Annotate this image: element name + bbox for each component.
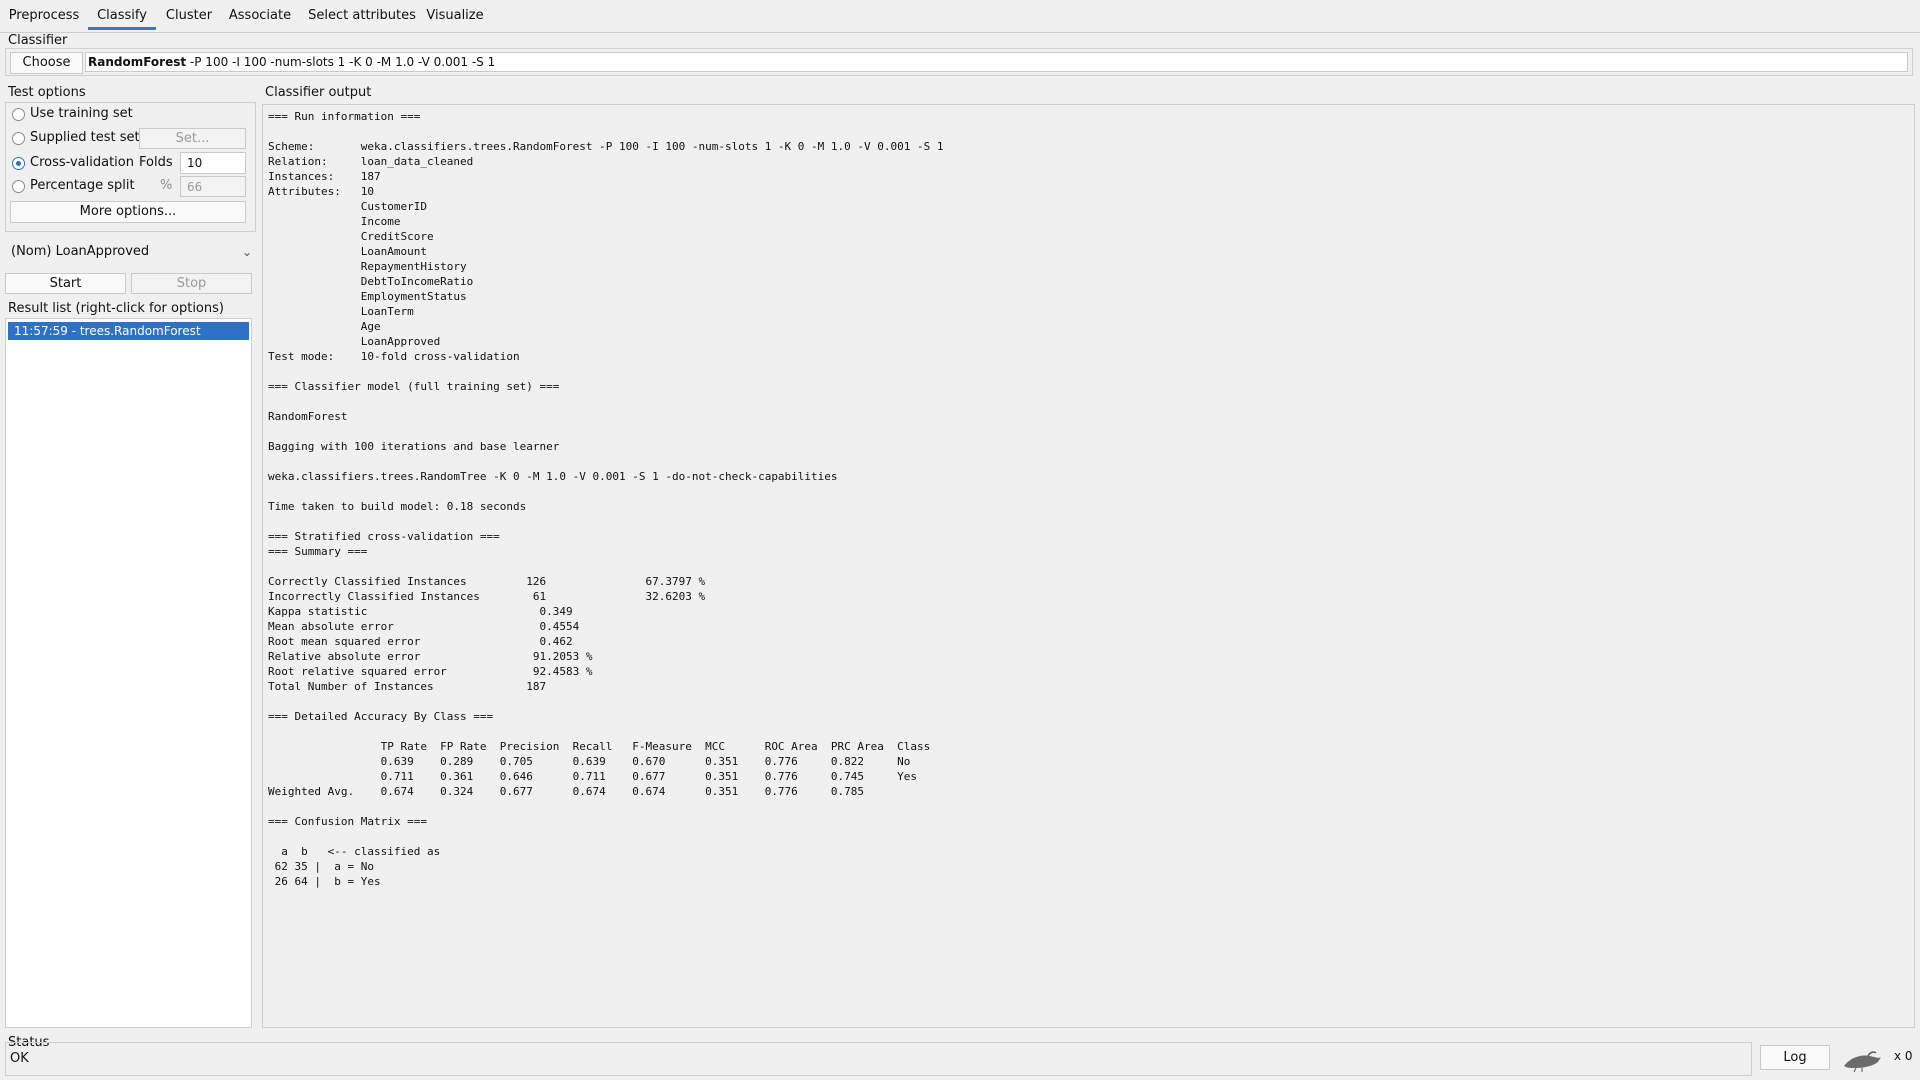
stop-button[interactable]: Stop bbox=[131, 273, 252, 294]
start-button[interactable]: Start bbox=[5, 273, 126, 294]
task-count: x 0 bbox=[1894, 1049, 1913, 1063]
result-list-title: Result list (right-click for options) bbox=[8, 301, 224, 316]
tab-bar: Preprocess Classify Cluster Associate Se… bbox=[0, 0, 1920, 33]
result-list[interactable]: 11:57:59 - trees.RandomForest bbox=[5, 318, 252, 1028]
folds-input[interactable]: 10 bbox=[180, 152, 246, 174]
class-attribute-value: (Nom) LoanApproved bbox=[11, 244, 150, 259]
weka-bird-icon[interactable] bbox=[1842, 1048, 1882, 1072]
tab-associate[interactable]: Associate bbox=[224, 6, 296, 30]
radio-checked-icon[interactable] bbox=[12, 157, 25, 170]
tab-select-attributes[interactable]: Select attributes bbox=[304, 6, 420, 30]
more-options-button[interactable]: More options... bbox=[10, 201, 246, 223]
set-test-set-button[interactable]: Set... bbox=[139, 128, 246, 149]
classifier-output-area[interactable]: === Run information === Scheme: weka.cla… bbox=[262, 104, 1915, 1028]
test-options-title: Test options bbox=[8, 85, 86, 100]
status-bar: OK bbox=[5, 1042, 1752, 1076]
radio-icon[interactable] bbox=[12, 132, 25, 145]
choose-button[interactable]: Choose bbox=[10, 52, 83, 74]
classifier-section-title: Classifier bbox=[8, 33, 68, 48]
cross-validation-label: Cross-validation bbox=[30, 155, 134, 170]
chevron-down-icon: ⌄ bbox=[241, 245, 252, 259]
folds-label: Folds bbox=[139, 155, 173, 170]
classifier-name: RandomForest bbox=[88, 55, 187, 69]
tab-cluster[interactable]: Cluster bbox=[160, 6, 218, 30]
tab-classify[interactable]: Classify bbox=[88, 6, 156, 30]
classifier-output-title: Classifier output bbox=[265, 85, 372, 100]
classifier-output-text: === Run information === Scheme: weka.cla… bbox=[268, 110, 944, 888]
log-button[interactable]: Log bbox=[1760, 1045, 1830, 1070]
result-list-item[interactable]: 11:57:59 - trees.RandomForest bbox=[8, 322, 249, 340]
tab-visualize[interactable]: Visualize bbox=[424, 6, 486, 30]
supplied-test-set-label: Supplied test set bbox=[30, 130, 140, 145]
class-attribute-select[interactable]: (Nom) LoanApproved ⌄ bbox=[5, 239, 256, 265]
percent-symbol: % bbox=[160, 178, 173, 193]
radio-icon[interactable] bbox=[12, 108, 25, 121]
tab-preprocess[interactable]: Preprocess bbox=[4, 6, 84, 30]
status-text: OK bbox=[10, 1051, 29, 1066]
percentage-split-label: Percentage split bbox=[30, 178, 135, 193]
use-training-set-label: Use training set bbox=[30, 106, 133, 121]
classifier-options: -P 100 -I 100 -num-slots 1 -K 0 -M 1.0 -… bbox=[186, 55, 496, 69]
classifier-config-field[interactable]: RandomForest -P 100 -I 100 -num-slots 1 … bbox=[85, 52, 1908, 72]
radio-icon[interactable] bbox=[12, 180, 25, 193]
percentage-input[interactable]: 66 bbox=[180, 176, 246, 197]
